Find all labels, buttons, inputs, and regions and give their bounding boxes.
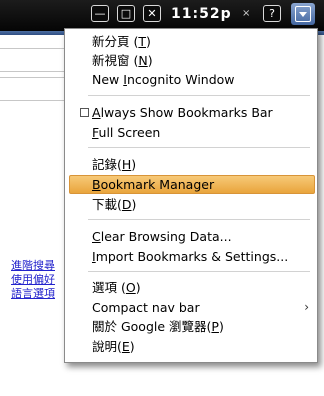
background-field[interactable] xyxy=(0,77,66,101)
menu-item-label: Always Show Bookmarks Bar xyxy=(92,105,273,120)
maximize-button[interactable]: □ xyxy=(117,5,135,22)
close-icon: ✕ xyxy=(147,7,157,20)
menu-item-label: 新分頁 (T) xyxy=(92,34,151,49)
background-link-preferences[interactable]: 使用偏好 xyxy=(11,273,55,287)
menu-item-options[interactable]: 選項 (O) xyxy=(69,278,315,297)
menu-separator xyxy=(88,219,310,220)
menu-item-bookmark-manager[interactable]: Bookmark Manager xyxy=(69,175,315,194)
close-button[interactable]: ✕ xyxy=(143,5,161,22)
menu-item-always-show-bookmarks-bar[interactable]: Always Show Bookmarks Bar xyxy=(69,103,315,122)
clock: 11:52p xyxy=(171,6,232,22)
maximize-icon: □ xyxy=(120,7,132,20)
menu-separator xyxy=(88,147,310,148)
menu-item-new-tab[interactable]: 新分頁 (T) xyxy=(69,32,315,51)
menu-item-full-screen[interactable]: Full Screen xyxy=(69,123,315,142)
menu-item-history[interactable]: 記錄(H) xyxy=(69,155,315,174)
menu-separator xyxy=(88,95,310,96)
background-link-language[interactable]: 語言選項 xyxy=(11,287,55,301)
menu-item-label: Import Bookmarks & Settings... xyxy=(92,249,289,264)
menu-item-label: 選項 (O) xyxy=(92,280,141,295)
menu-item-incognito[interactable]: New Incognito Window xyxy=(69,70,315,89)
menu-item-label: Full Screen xyxy=(92,125,161,140)
menu-item-import-bookmarks[interactable]: Import Bookmarks & Settings... xyxy=(69,247,315,266)
menu-separator xyxy=(88,271,310,272)
menu-item-about[interactable]: 關於 Google 瀏覽器(P) xyxy=(69,317,315,336)
menu-item-compact-nav-bar[interactable]: Compact nav bar › xyxy=(69,298,315,317)
help-icon: ? xyxy=(269,7,275,20)
title-bar: — □ ✕ 11:52p × ? xyxy=(0,0,324,31)
menu-item-label: 下載(D) xyxy=(92,197,137,212)
menu-item-label: 說明(E) xyxy=(92,339,135,354)
menu-item-label: 記錄(H) xyxy=(92,157,137,172)
tab-close-icon[interactable]: × xyxy=(242,6,250,22)
minimize-button[interactable]: — xyxy=(91,5,109,22)
bookmarks-bar-checkbox[interactable] xyxy=(80,108,89,117)
menu-item-label: 新視窗 (N) xyxy=(92,53,153,68)
menu-item-label: Compact nav bar xyxy=(92,300,200,315)
chevron-down-icon xyxy=(299,12,307,17)
background-link-advanced-search[interactable]: 進階搜尋 xyxy=(11,259,55,273)
menu-item-label: Bookmark Manager xyxy=(92,177,215,192)
help-button[interactable]: ? xyxy=(263,5,281,22)
wrench-menu: 新分頁 (T) 新視窗 (N) New Incognito Window Alw… xyxy=(64,28,318,363)
minimize-icon: — xyxy=(94,7,106,20)
menu-item-help[interactable]: 說明(E) xyxy=(69,337,315,356)
menu-item-new-window[interactable]: 新視窗 (N) xyxy=(69,51,315,70)
menu-item-label: New Incognito Window xyxy=(92,72,235,87)
menu-dropdown-button[interactable] xyxy=(291,3,315,25)
menu-item-downloads[interactable]: 下載(D) xyxy=(69,195,315,214)
menu-item-label: Clear Browsing Data... xyxy=(92,229,232,244)
menu-item-label: 關於 Google 瀏覽器(P) xyxy=(92,319,224,334)
background-search-field[interactable] xyxy=(0,48,66,72)
chevron-right-icon: › xyxy=(304,300,309,314)
menu-item-clear-browsing-data[interactable]: Clear Browsing Data... xyxy=(69,227,315,246)
